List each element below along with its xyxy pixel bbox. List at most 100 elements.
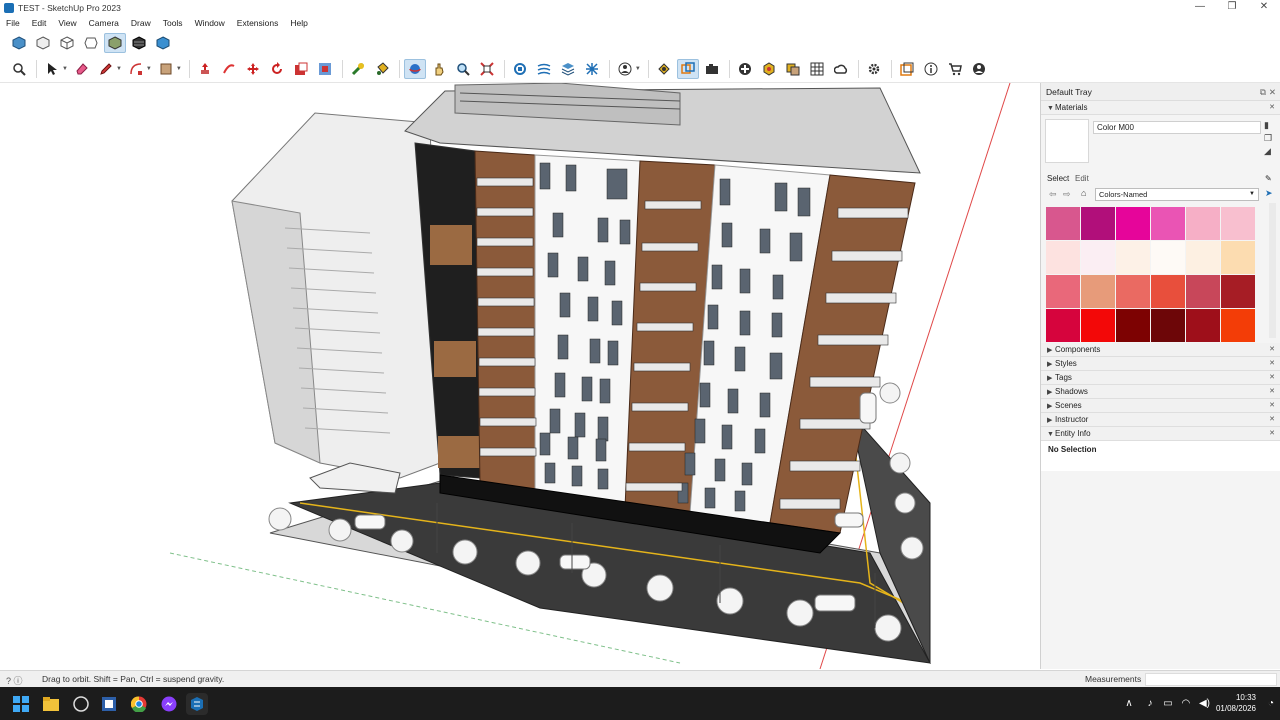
solid-tools-button[interactable] <box>581 59 603 79</box>
sandbox-button[interactable] <box>533 59 555 79</box>
outliner-button[interactable] <box>653 59 675 79</box>
texture-button[interactable] <box>806 59 828 79</box>
notification-icon[interactable]: ◔ <box>1268 698 1274 709</box>
system-clock[interactable]: 10:33 01/08/2026 <box>1216 692 1256 714</box>
network-icon[interactable]: ▭ <box>1163 698 1172 709</box>
paint-bucket-button[interactable] <box>371 59 393 79</box>
chevron-down-icon[interactable]: ▼ <box>176 66 182 72</box>
material-swatch[interactable] <box>1186 275 1220 308</box>
chevron-down-icon[interactable]: ▼ <box>116 66 122 72</box>
material-swatch[interactable] <box>1221 241 1255 274</box>
chevron-down-icon[interactable]: ▼ <box>635 66 641 72</box>
close-icon[interactable]: ✕ <box>1269 101 1275 115</box>
iso-view-button[interactable] <box>8 33 30 53</box>
close-icon[interactable]: ✕ <box>1269 413 1275 427</box>
select-button[interactable] <box>41 59 63 79</box>
camera-button[interactable] <box>701 59 723 79</box>
front-view-button[interactable] <box>56 33 78 53</box>
material-swatch[interactable] <box>1046 309 1080 342</box>
eraser-button[interactable] <box>71 59 93 79</box>
material-swatch[interactable] <box>1151 309 1185 342</box>
material-swatch[interactable] <box>1116 241 1150 274</box>
tab-edit[interactable]: Edit <box>1075 174 1089 183</box>
material-swatch[interactable] <box>1046 207 1080 240</box>
monochrome-style-button[interactable] <box>152 33 174 53</box>
material-swatch[interactable] <box>1116 275 1150 308</box>
menu-file[interactable]: File <box>6 18 20 28</box>
info-button[interactable] <box>920 59 942 79</box>
volume-icon[interactable]: ◀) <box>1199 698 1210 709</box>
menu-camera[interactable]: Camera <box>89 18 119 28</box>
menu-extensions[interactable]: Extensions <box>237 18 279 28</box>
right-view-button[interactable] <box>80 33 102 53</box>
messenger-button[interactable] <box>158 693 180 715</box>
help-icon[interactable]: ? <box>6 676 11 686</box>
pan-button[interactable] <box>428 59 450 79</box>
scale-button[interactable] <box>290 59 312 79</box>
wifi-icon[interactable]: ◠ <box>1181 698 1190 709</box>
geo-button[interactable] <box>758 59 780 79</box>
material-swatch[interactable] <box>1116 309 1150 342</box>
material-library-select[interactable]: Colors-Named ▼ <box>1095 188 1259 201</box>
menu-draw[interactable]: Draw <box>131 18 151 28</box>
close-icon[interactable]: ✕ <box>1269 427 1275 441</box>
minimize-button[interactable]: — <box>1184 0 1216 15</box>
entity-info-header[interactable]: ▼Entity Info ✕ <box>1041 427 1280 441</box>
top-view-button[interactable] <box>32 33 54 53</box>
material-swatch[interactable] <box>1081 241 1115 274</box>
scenes-header[interactable]: ▶ Scenes ✕ <box>1041 399 1280 413</box>
microphone-icon[interactable]: ♪ <box>1147 698 1152 709</box>
warehouse-button[interactable] <box>509 59 531 79</box>
orbit-button[interactable] <box>403 59 426 79</box>
display-secondary-icon[interactable]: ▮ <box>1264 120 1276 131</box>
material-swatch[interactable] <box>1221 207 1255 240</box>
app-button-2[interactable] <box>98 693 120 715</box>
menu-edit[interactable]: Edit <box>32 18 47 28</box>
menu-help[interactable]: Help <box>290 18 307 28</box>
material-swatch[interactable] <box>1151 275 1185 308</box>
chevron-down-icon[interactable]: ▼ <box>62 66 68 72</box>
model-viewport[interactable] <box>0 83 1037 669</box>
shaded-style-button[interactable] <box>104 33 126 53</box>
sample-paint-icon[interactable]: ✎ <box>1265 174 1272 183</box>
layer-button[interactable] <box>557 59 579 79</box>
menu-tools[interactable]: Tools <box>163 18 183 28</box>
swatch-scrollbar[interactable] <box>1269 203 1276 338</box>
close-icon[interactable]: ✕ <box>1269 357 1275 371</box>
material-swatch[interactable] <box>1186 309 1220 342</box>
material-swatch[interactable] <box>1221 275 1255 308</box>
rectangle-button[interactable] <box>155 59 177 79</box>
cloud-button[interactable] <box>830 59 852 79</box>
add-location-button[interactable] <box>734 59 756 79</box>
pencil-button[interactable] <box>95 59 117 79</box>
material-swatch[interactable] <box>1116 207 1150 240</box>
building-model[interactable] <box>0 83 1037 669</box>
app-button-1[interactable] <box>70 693 92 715</box>
menu-view[interactable]: View <box>58 18 76 28</box>
user-button[interactable] <box>968 59 990 79</box>
forward-arrow-icon[interactable]: ⇨ <box>1063 189 1071 200</box>
section-button[interactable] <box>676 59 699 79</box>
tab-select[interactable]: Select <box>1047 174 1069 183</box>
cart-button[interactable] <box>944 59 966 79</box>
zoom-extents-button[interactable] <box>476 59 498 79</box>
material-swatch[interactable] <box>1151 207 1185 240</box>
close-icon[interactable]: ✕ <box>1269 83 1276 101</box>
pin-icon[interactable]: ⧉ <box>1260 83 1266 101</box>
material-swatch[interactable] <box>1221 309 1255 342</box>
close-icon[interactable]: ✕ <box>1269 371 1275 385</box>
sketchup-taskbar-button[interactable] <box>186 693 208 715</box>
instructor-header[interactable]: ▶ Instructor ✕ <box>1041 413 1280 427</box>
info-icon[interactable]: ⓘ <box>14 676 23 686</box>
chrome-button[interactable] <box>128 693 150 715</box>
materials-header[interactable]: ▼Materials ✕ <box>1041 101 1280 115</box>
home-icon[interactable]: ⌂ <box>1081 188 1086 198</box>
account-button[interactable] <box>614 59 636 79</box>
tape-measure-button[interactable] <box>347 59 369 79</box>
maximize-button[interactable]: ❐ <box>1216 0 1248 15</box>
styles-header[interactable]: ▶ Styles ✕ <box>1041 357 1280 371</box>
material-swatch[interactable] <box>1081 275 1115 308</box>
material-swatch[interactable] <box>1046 275 1080 308</box>
material-swatch[interactable] <box>1186 207 1220 240</box>
components-header[interactable]: ▶ Components ✕ <box>1041 343 1280 357</box>
